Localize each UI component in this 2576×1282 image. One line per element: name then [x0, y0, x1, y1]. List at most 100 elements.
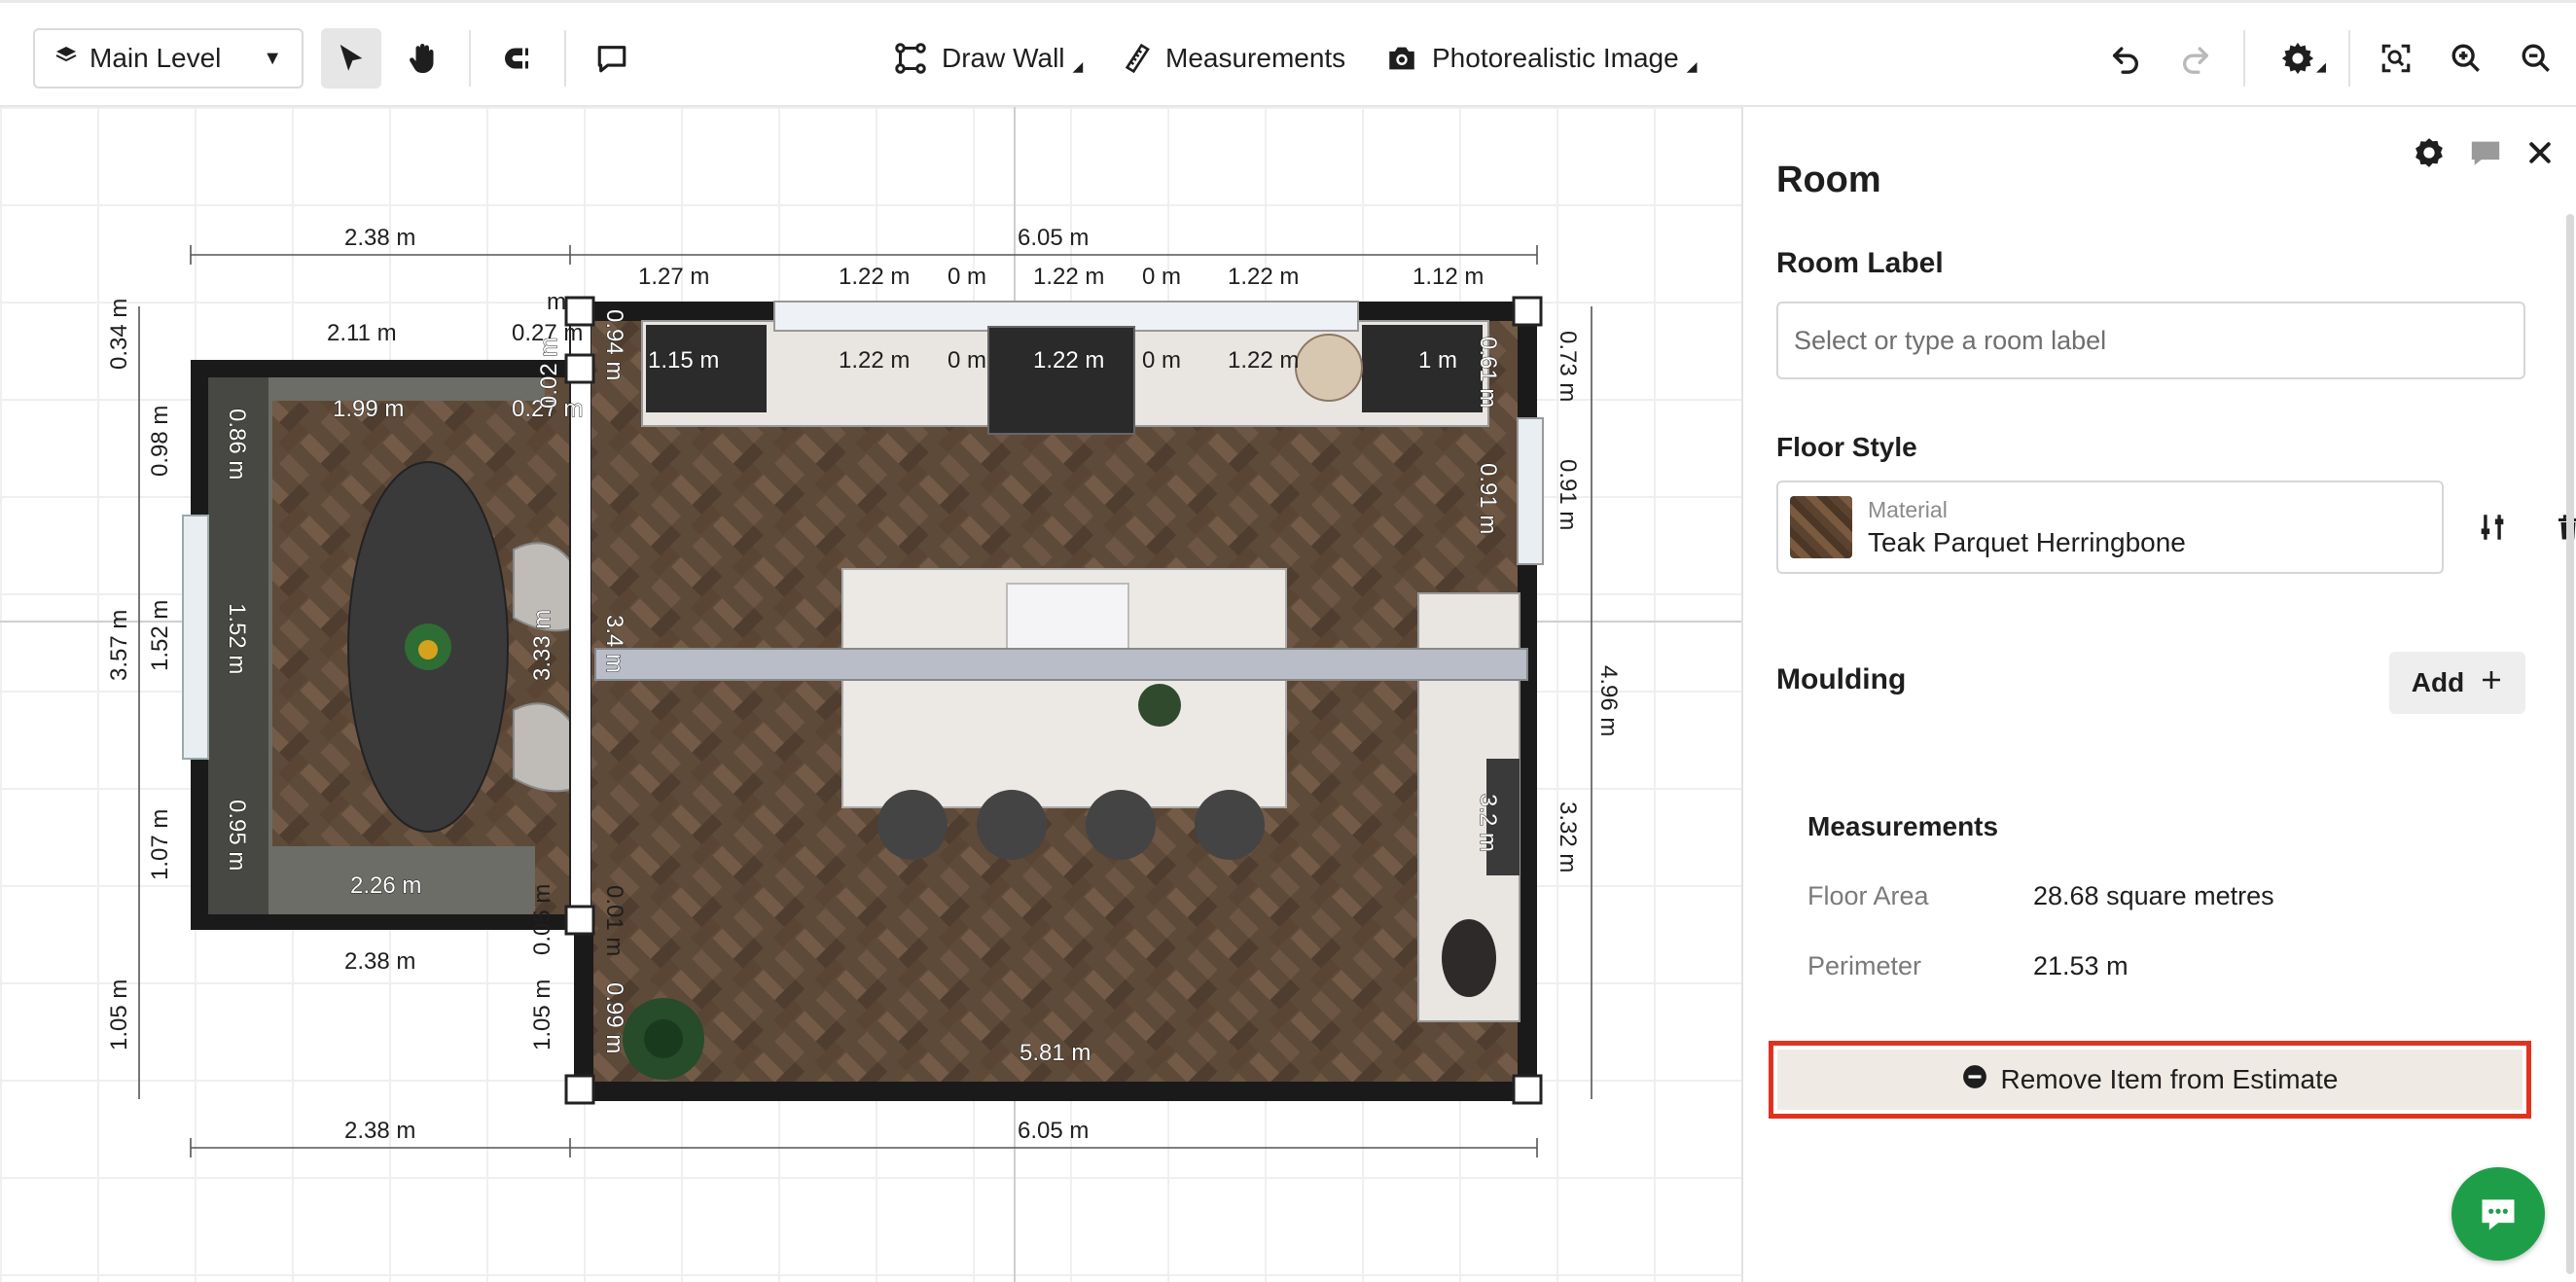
- level-label: Main Level: [89, 43, 222, 73]
- chevron-down-icon: ▼: [263, 47, 282, 69]
- dim-label: 0.05 m: [529, 884, 555, 955]
- minus-circle-icon: [1962, 1064, 1987, 1096]
- dim-label: 0.94 m: [601, 309, 627, 380]
- pan-tool-button[interactable]: [393, 28, 453, 89]
- dropdown-corner-icon: ◢: [2316, 59, 2326, 74]
- measurements-label: Measurements: [1165, 43, 1346, 73]
- top-toolbar: Main Level ▼ Draw Wall ◢ Measurements Ph…: [0, 0, 2576, 107]
- chat-icon: [2482, 1199, 2515, 1230]
- dim-label: 5.81 m: [1020, 1040, 1091, 1066]
- panel-scrollbar[interactable]: [2566, 214, 2574, 1274]
- measurements-heading: Measurements: [1807, 811, 1999, 841]
- undo-icon: [2112, 47, 2138, 74]
- material-swatch: [1790, 496, 1852, 558]
- remove-item-from-estimate-button[interactable]: Remove Item from Estimate: [1769, 1041, 2531, 1119]
- perimeter-value: 21.53 m: [2033, 951, 2129, 980]
- sliders-icon: [2481, 515, 2504, 540]
- panel-title: Room: [1776, 160, 1881, 200]
- dim-label: 4.96 m: [1595, 665, 1622, 736]
- fit-screen-icon: [2381, 44, 2411, 73]
- measurements-button[interactable]: Measurements: [1121, 28, 1345, 89]
- dim-label: 1.99 m: [333, 396, 404, 422]
- dim-label: 0 m: [1142, 347, 1181, 374]
- remove-button-body: Remove Item from Estimate: [1777, 1050, 2522, 1110]
- adjust-material-button[interactable]: [2461, 496, 2523, 558]
- zoom-in-button[interactable]: [2436, 28, 2496, 89]
- camera-icon: [1389, 47, 1414, 70]
- panel-header-icons: [2413, 136, 2555, 174]
- dim-label: 1.22 m: [1228, 347, 1299, 374]
- remove-label: Remove Item from Estimate: [2000, 1064, 2339, 1094]
- dim-label: 0.91 m: [1555, 459, 1581, 530]
- toolbar-divider: [2243, 30, 2245, 87]
- zoom-out-button[interactable]: [2506, 28, 2566, 89]
- toolbar-divider: [2348, 30, 2350, 87]
- photorealistic-image-button[interactable]: Photorealistic Image ◢: [1385, 28, 1697, 89]
- zoom-out-icon: [2522, 44, 2550, 72]
- chat-button[interactable]: [2451, 1167, 2545, 1261]
- floor-material-selector[interactable]: Material Teak Parquet Herringbone: [1776, 481, 2444, 574]
- select-tool-button[interactable]: [321, 28, 381, 89]
- dim-label: 2.26 m: [350, 872, 421, 899]
- dim-label: 0.61 m: [1475, 337, 1501, 408]
- dim-label: 3.4 m: [601, 615, 627, 673]
- zoom-in-icon: [2451, 44, 2480, 72]
- floor-area-value: 28.68 square metres: [2033, 881, 2274, 910]
- dim-label: 0.02 m: [536, 338, 562, 409]
- dim-label: 2.38 m: [344, 1118, 415, 1144]
- dim-label: 1.27 m: [638, 264, 709, 290]
- perimeter-row: Perimeter 21.53 m: [1807, 951, 2129, 981]
- dim-label: 0.73 m: [1555, 331, 1581, 402]
- redo-icon: [2183, 47, 2209, 74]
- dim-label: 3.33 m: [529, 610, 555, 681]
- ruler-icon: [1125, 43, 1150, 74]
- magnet-tool-button[interactable]: [486, 28, 547, 89]
- floor-style-heading: Floor Style: [1776, 432, 1917, 462]
- photorealistic-label: Photorealistic Image: [1432, 43, 1679, 73]
- properties-panel: Room Room Label Select or type a room la…: [1741, 107, 2576, 1282]
- dim-label: 1.07 m: [147, 809, 173, 880]
- redo-button[interactable]: [2165, 28, 2226, 89]
- layers-icon: [54, 43, 78, 74]
- dim-label: 1.22 m: [839, 264, 910, 290]
- plus-icon: [2480, 667, 2503, 698]
- settings-button[interactable]: ◢: [2267, 28, 2339, 89]
- dim-label: 0 m: [1142, 264, 1181, 290]
- dim-label: 1.15 m: [648, 347, 719, 374]
- dim-label: 0.95 m: [224, 800, 250, 871]
- undo-button[interactable]: [2095, 28, 2156, 89]
- draw-wall-label: Draw Wall: [942, 43, 1065, 73]
- room-label-heading: Room Label: [1776, 247, 1944, 279]
- dim-label: 0.91 m: [1475, 463, 1501, 534]
- close-icon[interactable]: [2525, 138, 2555, 172]
- kitchen-room[interactable]: [564, 296, 1544, 1105]
- dim-label: 0 m: [948, 347, 986, 374]
- hand-icon: [410, 44, 434, 73]
- add-moulding-button[interactable]: Add: [2389, 652, 2525, 714]
- dim-label: 1.22 m: [1033, 264, 1104, 290]
- fit-to-screen-button[interactable]: [2366, 28, 2426, 89]
- dim-label: 6.05 m: [1018, 1118, 1089, 1144]
- perimeter-label: Perimeter: [1807, 951, 1922, 980]
- comment-tool-button[interactable]: [582, 28, 642, 89]
- dim-label: 1.12 m: [1413, 264, 1484, 290]
- toolbar-divider: [469, 30, 471, 87]
- dim-label: 2.38 m: [344, 225, 415, 251]
- dim-label: 1.52 m: [147, 600, 173, 671]
- comment-bubble-icon[interactable]: [2469, 136, 2502, 174]
- level-select[interactable]: Main Level ▼: [33, 28, 304, 89]
- room-label-input[interactable]: Select or type a room label: [1776, 302, 2525, 379]
- floor-planner-app: Main Level ▼ Draw Wall ◢ Measurements Ph…: [0, 0, 2576, 1282]
- settings-badge-icon[interactable]: [2413, 136, 2446, 174]
- dim-label: 0.98 m: [147, 406, 173, 477]
- dim-label: m: [547, 289, 566, 315]
- dim-label: 3.32 m: [1555, 801, 1581, 872]
- dim-label: 0.99 m: [601, 982, 627, 1053]
- dim-label: 0 m: [948, 264, 986, 290]
- draw-wall-button[interactable]: Draw Wall ◢: [893, 28, 1083, 89]
- floor-plan-canvas[interactable]: 2.38 m 6.05 m 1.27 m 1.22 m 0 m 1.22 m 0…: [0, 107, 1741, 1282]
- comment-icon: [597, 46, 626, 73]
- material-caption: Material: [1868, 496, 1948, 522]
- dim-label: 2.38 m: [344, 948, 415, 975]
- toolbar-divider: [564, 30, 566, 87]
